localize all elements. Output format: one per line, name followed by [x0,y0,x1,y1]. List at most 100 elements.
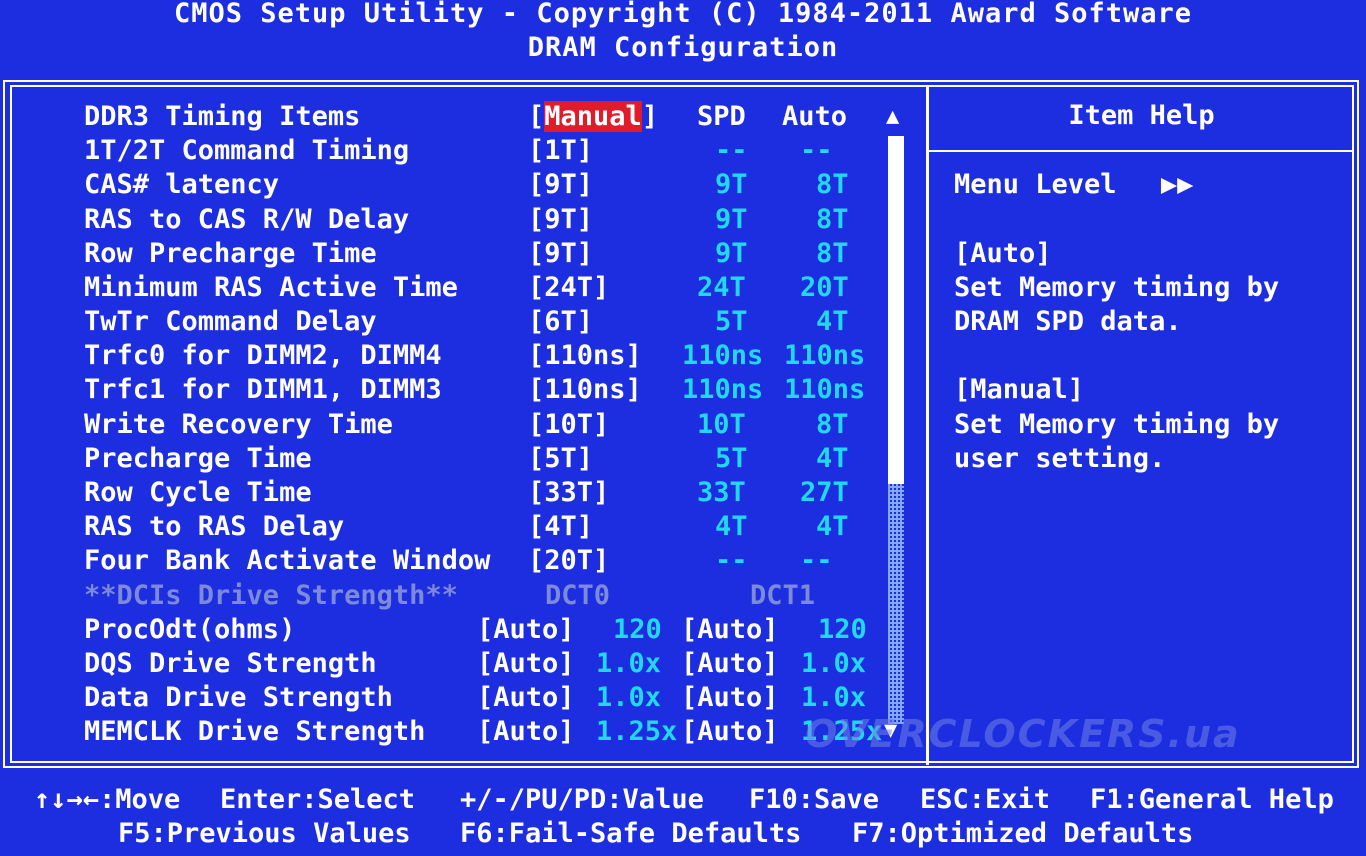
page-title: DRAM Configuration [527,32,839,63]
auto-value: 110ns [784,374,866,405]
key-hint-value: +/-/PU/PD:Value [460,784,704,815]
setting-value[interactable]: [Manual] [528,101,658,132]
scroll-up-arrow-icon[interactable]: ▲ [886,104,899,129]
menu-level-label: Menu Level ▶▶ [954,169,1193,200]
setting-value[interactable]: [110ns] [528,340,642,371]
setting-label: MEMCLK Drive Strength [84,716,426,747]
spd-value: 5T [715,306,748,337]
setting-row-memclk-drive[interactable]: MEMCLK Drive Strength [Auto] 1.25x [Auto… [0,716,926,750]
setting-row-min-ras-active[interactable]: Minimum RAS Active Time [24T] 24T 20T [0,272,926,306]
help-auto-heading: [Auto] [954,238,1052,269]
column-header-auto: Auto [782,101,848,132]
help-manual-line: Set Memory timing by [954,409,1280,440]
dct1-setting-value[interactable]: [Auto] [681,648,779,679]
spd-value: 33T [697,477,746,508]
scrollbar-thumb[interactable] [888,136,904,484]
dct0-current-value: 120 [613,614,662,645]
setting-value[interactable]: [33T] [528,477,609,508]
setting-value[interactable]: [1T] [528,135,593,166]
dct0-setting-value[interactable]: [Auto] [477,716,575,747]
dct1-setting-value[interactable]: [Auto] [681,614,779,645]
setting-row-four-bank-window[interactable]: Four Bank Activate Window [20T] -- -- [0,545,926,579]
panel-divider [926,85,929,765]
help-auto-line: DRAM SPD data. [954,306,1182,337]
setting-row-procodt[interactable]: ProcOdt(ohms) [Auto] 120 [Auto] 120 [0,614,926,648]
key-hint-failsafe-defaults: F6:Fail-Safe Defaults [460,818,802,849]
auto-value: 4T [816,511,849,542]
auto-value: 110ns [784,340,866,371]
auto-value: 27T [800,477,849,508]
setting-row-ras-to-ras[interactable]: RAS to RAS Delay [4T] 4T 4T [0,511,926,545]
setting-label: Data Drive Strength [84,682,393,713]
auto-value: 4T [816,443,849,474]
setting-row-dqs-drive[interactable]: DQS Drive Strength [Auto] 1.0x [Auto] 1.… [0,648,926,682]
setting-label: Row Precharge Time [84,238,377,269]
setting-value[interactable]: [6T] [528,306,593,337]
setting-row-twtr-delay[interactable]: TwTr Command Delay [6T] 5T 4T [0,306,926,340]
spd-value: 110ns [682,374,764,405]
auto-value: -- [800,545,833,576]
spd-value: 10T [697,409,746,440]
setting-row-trfc0[interactable]: Trfc0 for DIMM2, DIMM4 [110ns] 110ns 110… [0,340,926,374]
menu-level-text: Menu Level [954,169,1117,200]
setting-row-write-recovery[interactable]: Write Recovery Time [10T] 10T 8T [0,409,926,443]
setting-label: Write Recovery Time [84,409,393,440]
auto-value: -- [800,135,833,166]
dct1-setting-value[interactable]: [Auto] [681,682,779,713]
setting-label: Precharge Time [84,443,312,474]
setting-label: ProcOdt(ohms) [84,614,296,645]
setting-value[interactable]: [110ns] [528,374,642,405]
setting-label: TwTr Command Delay [84,306,377,337]
setting-row-row-cycle[interactable]: Row Cycle Time [33T] 33T 27T [0,477,926,511]
setting-label: CAS# latency [84,169,280,200]
key-hint-select: Enter:Select [220,784,416,815]
setting-label: RAS to RAS Delay [84,511,345,542]
dct1-current-value: 120 [818,614,867,645]
spd-value: 110ns [682,340,764,371]
setting-value[interactable]: [9T] [528,204,593,235]
setting-label: Minimum RAS Active Time [84,272,458,303]
setting-value[interactable]: [9T] [528,169,593,200]
dct0-setting-value[interactable]: [Auto] [477,614,575,645]
setting-row-row-precharge[interactable]: Row Precharge Time [9T] 9T 8T [0,238,926,272]
dct0-setting-value[interactable]: [Auto] [477,648,575,679]
window-title: CMOS Setup Utility - Copyright (C) 1984-… [173,0,1193,29]
setting-value[interactable]: [5T] [528,443,593,474]
setting-row-precharge-time[interactable]: Precharge Time [5T] 5T 4T [0,443,926,477]
spd-value: 9T [715,204,748,235]
auto-value: 8T [816,238,849,269]
setting-value[interactable]: [20T] [528,545,609,576]
setting-label: Trfc0 for DIMM2, DIMM4 [84,340,442,371]
section-label: **DCIs Drive Strength** [84,580,458,611]
setting-row-data-drive[interactable]: Data Drive Strength [Auto] 1.0x [Auto] 1… [0,682,926,716]
dct1-header: DCT1 [750,580,816,611]
setting-value[interactable]: [24T] [528,272,609,303]
dct0-header: DCT0 [545,580,611,611]
spd-value: 24T [697,272,746,303]
setting-row-trfc1[interactable]: Trfc1 for DIMM1, DIMM3 [110ns] 110ns 110… [0,374,926,408]
column-header-spd: SPD [697,101,746,132]
selected-value-highlight[interactable]: Manual [544,101,642,132]
setting-row-cas-latency[interactable]: CAS# latency [9T] 9T 8T [0,169,926,203]
help-auto-line: Set Memory timing by [954,272,1280,303]
setting-value[interactable]: [4T] [528,511,593,542]
auto-value: 20T [800,272,849,303]
dct0-setting-value[interactable]: [Auto] [477,682,575,713]
setting-value[interactable]: [9T] [528,238,593,269]
key-hint-help: F1:General Help [1090,784,1334,815]
setting-label: Trfc1 for DIMM1, DIMM3 [84,374,442,405]
setting-label: DDR3 Timing Items [84,101,361,132]
setting-row-command-timing[interactable]: 1T/2T Command Timing [1T] -- -- [0,135,926,169]
help-divider [929,150,1354,152]
setting-value[interactable]: [10T] [528,409,609,440]
setting-row-ras-to-cas[interactable]: RAS to CAS R/W Delay [9T] 9T 8T [0,204,926,238]
watermark-logo: OVERCLOCKERS.ua [805,712,1241,756]
dct-section-header: **DCIs Drive Strength** DCT0 DCT1 [0,580,926,614]
dct0-current-value: 1.25x [596,716,678,747]
setting-label: RAS to CAS R/W Delay [84,204,410,235]
dct1-setting-value[interactable]: [Auto] [681,716,779,747]
spd-value: 4T [715,511,748,542]
key-hint-move: ↑↓→←:Move [34,784,181,815]
setting-row-ddr3-timing-items[interactable]: DDR3 Timing Items [Manual] SPD Auto [0,101,926,135]
menu-level-arrows-icon: ▶▶ [1160,169,1194,200]
